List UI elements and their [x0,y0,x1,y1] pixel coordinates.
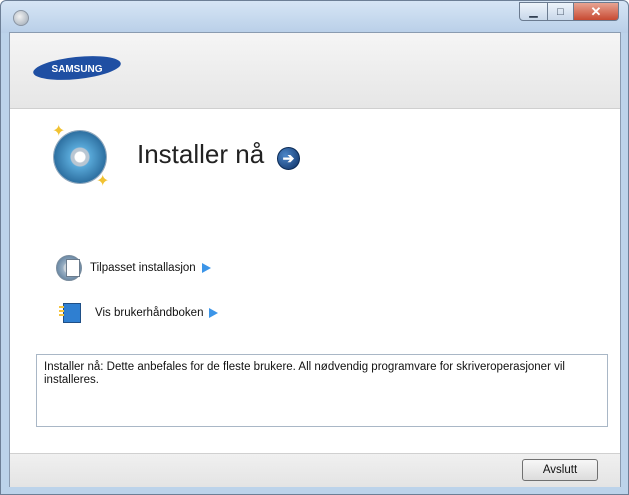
install-now-link[interactable]: Installer nå [137,139,264,170]
user-guide-book-icon [59,303,81,323]
custom-install-cd-icon [56,255,82,281]
maximize-button[interactable]: □ [547,2,574,21]
chevron-right-icon [209,308,219,318]
footer-bar: Avslutt [10,453,620,487]
exit-button[interactable]: Avslutt [522,459,598,481]
samsung-logo: SAMSUNG [33,56,121,80]
close-button[interactable]: ✕ [573,2,619,21]
close-icon: ✕ [590,3,602,19]
sparkle-icon: ✦ [96,173,110,190]
title-bar[interactable]: ▁ □ ✕ [1,1,628,33]
svg-text:SAMSUNG: SAMSUNG [51,64,102,75]
custom-install-option[interactable]: Tilpasset installasjon [56,255,211,281]
user-guide-label[interactable]: Vis brukerhåndboken [95,307,203,319]
maximize-icon: □ [557,5,564,18]
description-box: Installer nå: Dette anbefales for de fle… [36,354,608,427]
installer-window: ▁ □ ✕ SAMSUNG ✦ ✦ Installer nå ➔ Tilpass… [0,0,629,495]
chevron-right-icon [201,263,211,273]
go-arrow-button[interactable]: ➔ [277,147,300,170]
user-guide-option[interactable]: Vis brukerhåndboken [59,303,219,323]
client-area: SAMSUNG ✦ ✦ Installer nå ➔ Tilpasset ins… [9,32,621,487]
minimize-button[interactable]: ▁ [519,2,548,21]
app-icon [13,10,29,26]
custom-install-label[interactable]: Tilpasset installasjon [90,262,196,274]
sparkle-icon: ✦ [52,123,66,140]
arrow-right-icon: ➔ [282,150,295,166]
minimize-icon: ▁ [529,6,538,18]
header: SAMSUNG [10,33,620,109]
